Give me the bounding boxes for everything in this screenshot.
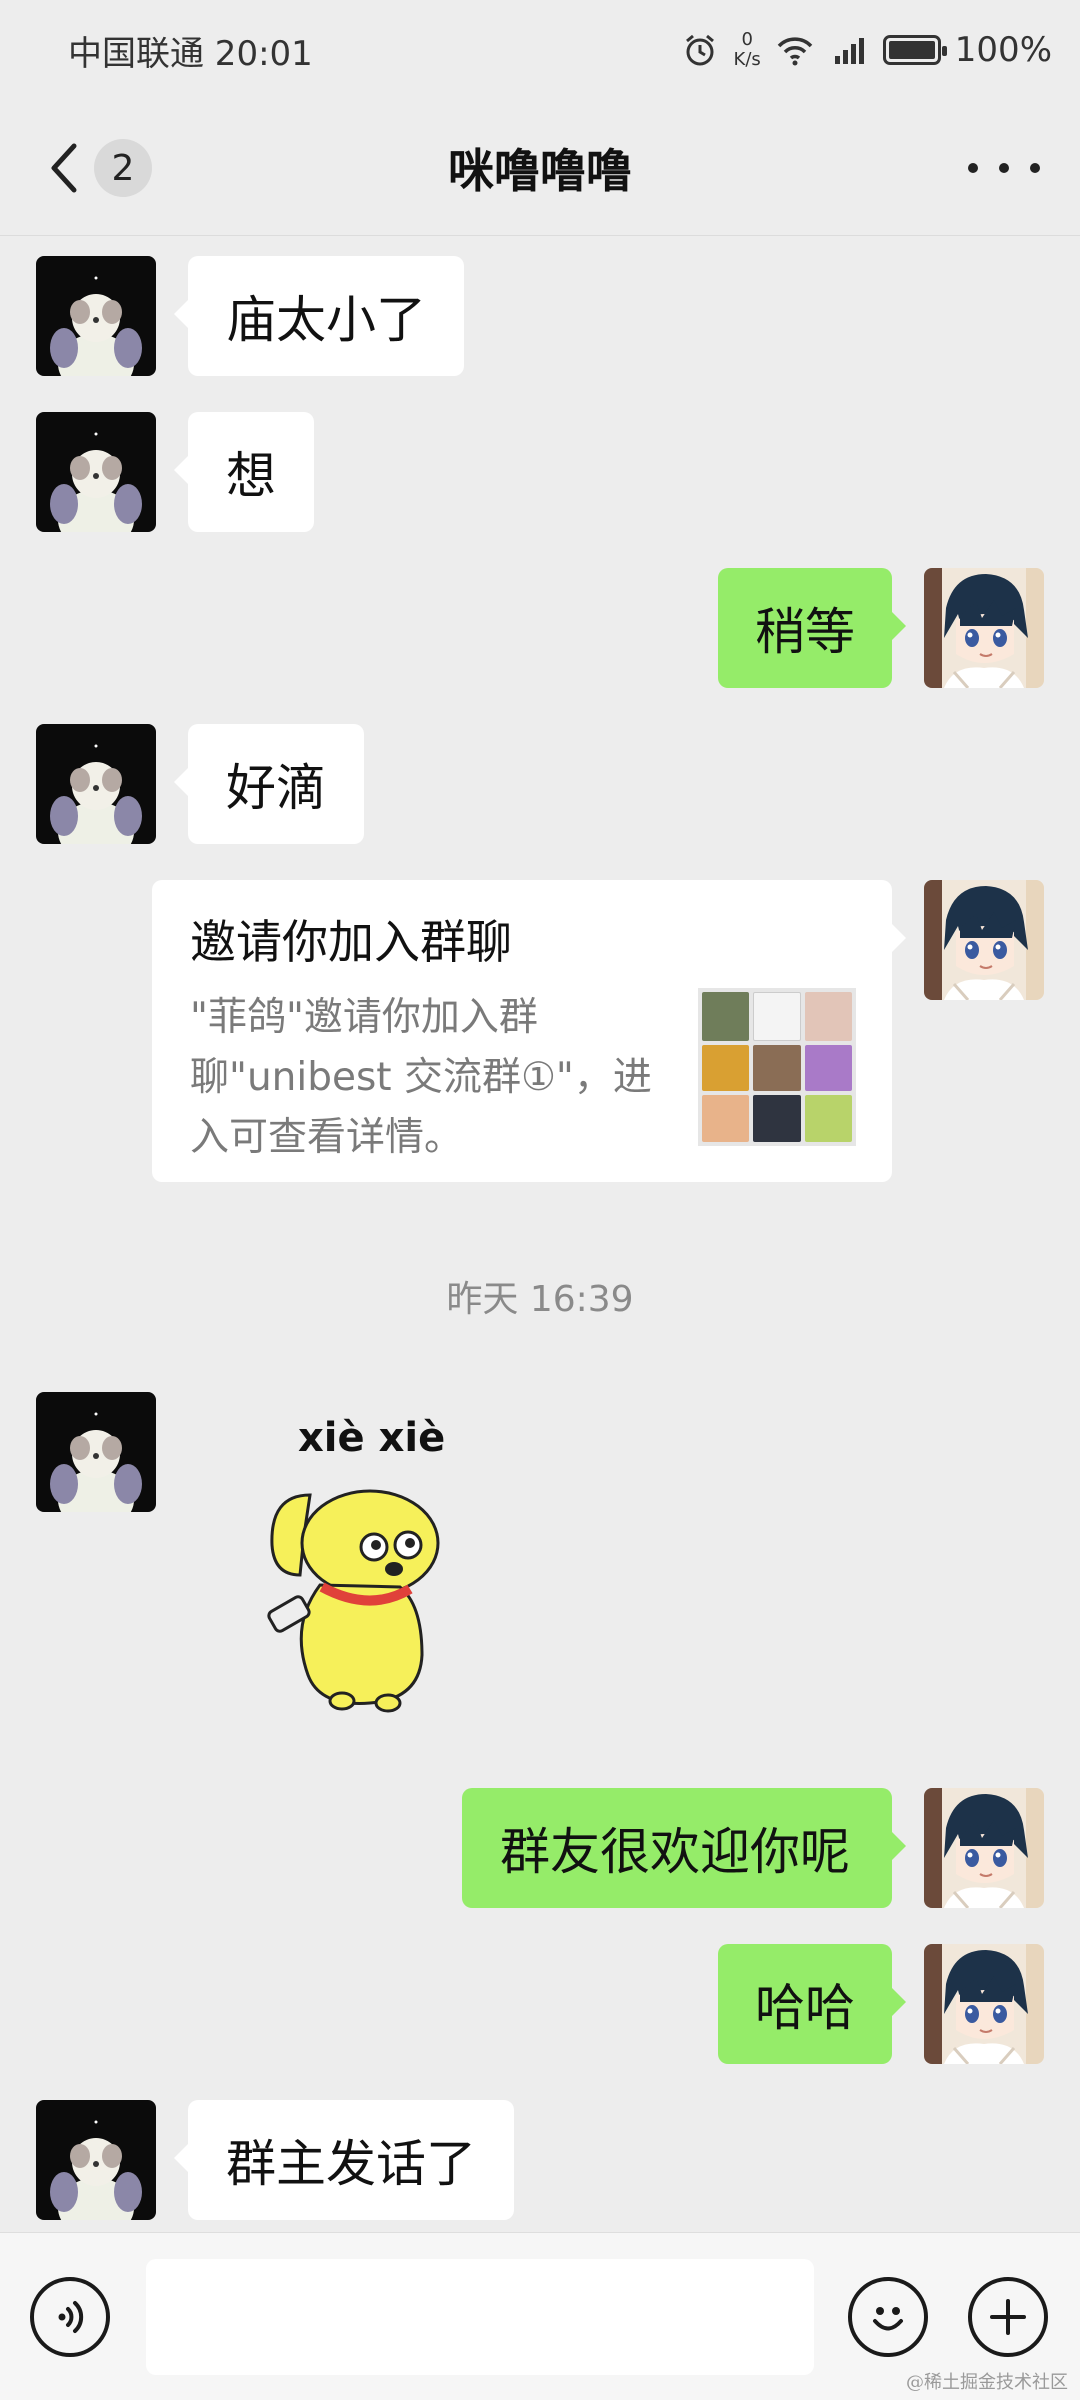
message-bubble[interactable]: 好滴 <box>174 724 364 844</box>
sticker-caption: xiè xiè <box>298 1415 446 1461</box>
invite-card-title: 邀请你加入群聊 <box>190 915 512 969</box>
watermark: @稀土掘金技术社区 <box>906 2372 1068 2393</box>
group-avatar-grid <box>698 988 856 1146</box>
group-member-thumb <box>753 1095 801 1142</box>
wifi-icon <box>775 30 815 70</box>
message-bubble[interactable]: 想 <box>174 412 314 532</box>
alarm-icon <box>680 30 720 70</box>
battery-icon <box>882 35 947 65</box>
signal-icon <box>829 30 869 70</box>
more-dot-icon <box>1030 163 1040 173</box>
group-member-thumb <box>804 1095 852 1142</box>
group-member-thumb <box>702 1044 750 1092</box>
status-icons: 0 K/s 100% <box>680 30 1052 70</box>
network-speed-unit: K/s <box>733 49 761 70</box>
carrier-time: 中国联通 20:01 <box>68 33 313 74</box>
avatar[interactable] <box>36 256 156 376</box>
voice-button[interactable] <box>30 2277 110 2357</box>
avatar[interactable] <box>924 1944 1044 2064</box>
back-button[interactable]: 2 <box>44 130 152 206</box>
avatar[interactable] <box>36 1392 156 1512</box>
yellow-dog-sticker-icon <box>267 1489 440 1713</box>
network-speed-value: 0 <box>741 29 753 50</box>
group-member-thumb <box>804 992 852 1041</box>
message-bubble[interactable]: 群友很欢迎你呢 <box>462 1788 906 1908</box>
group-member-thumb <box>753 1044 801 1092</box>
battery-level: 100% <box>954 30 1052 70</box>
chat-header: 2 咪噜噜噜 <box>0 100 1080 236</box>
emoji-button[interactable] <box>848 2277 928 2357</box>
avatar[interactable] <box>36 2100 156 2220</box>
group-member-thumb <box>753 992 801 1041</box>
avatar[interactable] <box>36 724 156 844</box>
avatar[interactable] <box>924 568 1044 688</box>
input-bar: @稀土掘金技术社区 <box>0 2232 1080 2400</box>
message-bubble[interactable]: 庙太小了 <box>174 256 464 376</box>
avatar[interactable] <box>36 412 156 532</box>
network-speed: 0 K/s <box>734 30 761 70</box>
invite-card-description: "菲鸽"邀请你加入群聊"unibest 交流群①"，进入可查看详情。 <box>190 995 652 1160</box>
more-dot-icon <box>999 163 1009 173</box>
smile-icon <box>873 2307 903 2331</box>
chat-title: 咪噜噜噜 <box>448 143 632 198</box>
avatar[interactable] <box>924 1788 1044 1908</box>
message-bubble[interactable]: 稍等 <box>718 568 906 688</box>
more-dot-icon <box>968 163 978 173</box>
group-member-thumb <box>702 992 750 1041</box>
group-member-thumb <box>804 1044 852 1092</box>
avatar[interactable] <box>924 880 1044 1000</box>
message-input[interactable] <box>146 2259 814 2375</box>
add-attachment-button[interactable] <box>968 2277 1048 2357</box>
message-bubble[interactable]: 哈哈 <box>718 1944 906 2064</box>
more-options-button[interactable] <box>968 144 1040 192</box>
chevron-left-icon <box>51 143 77 193</box>
unread-badge: 2 <box>94 139 152 197</box>
group-member-thumb <box>702 1095 750 1142</box>
voice-icon <box>58 2301 84 2333</box>
message-bubble[interactable]: 群主发话了 <box>174 2100 514 2220</box>
sticker-message[interactable]: xiè xiè <box>250 1415 490 1715</box>
plus-icon <box>990 2299 1026 2335</box>
timestamp: 昨天 16:39 <box>446 1279 634 1320</box>
status-bar: 中国联通 20:01 0 K/s 100% <box>0 0 1080 100</box>
